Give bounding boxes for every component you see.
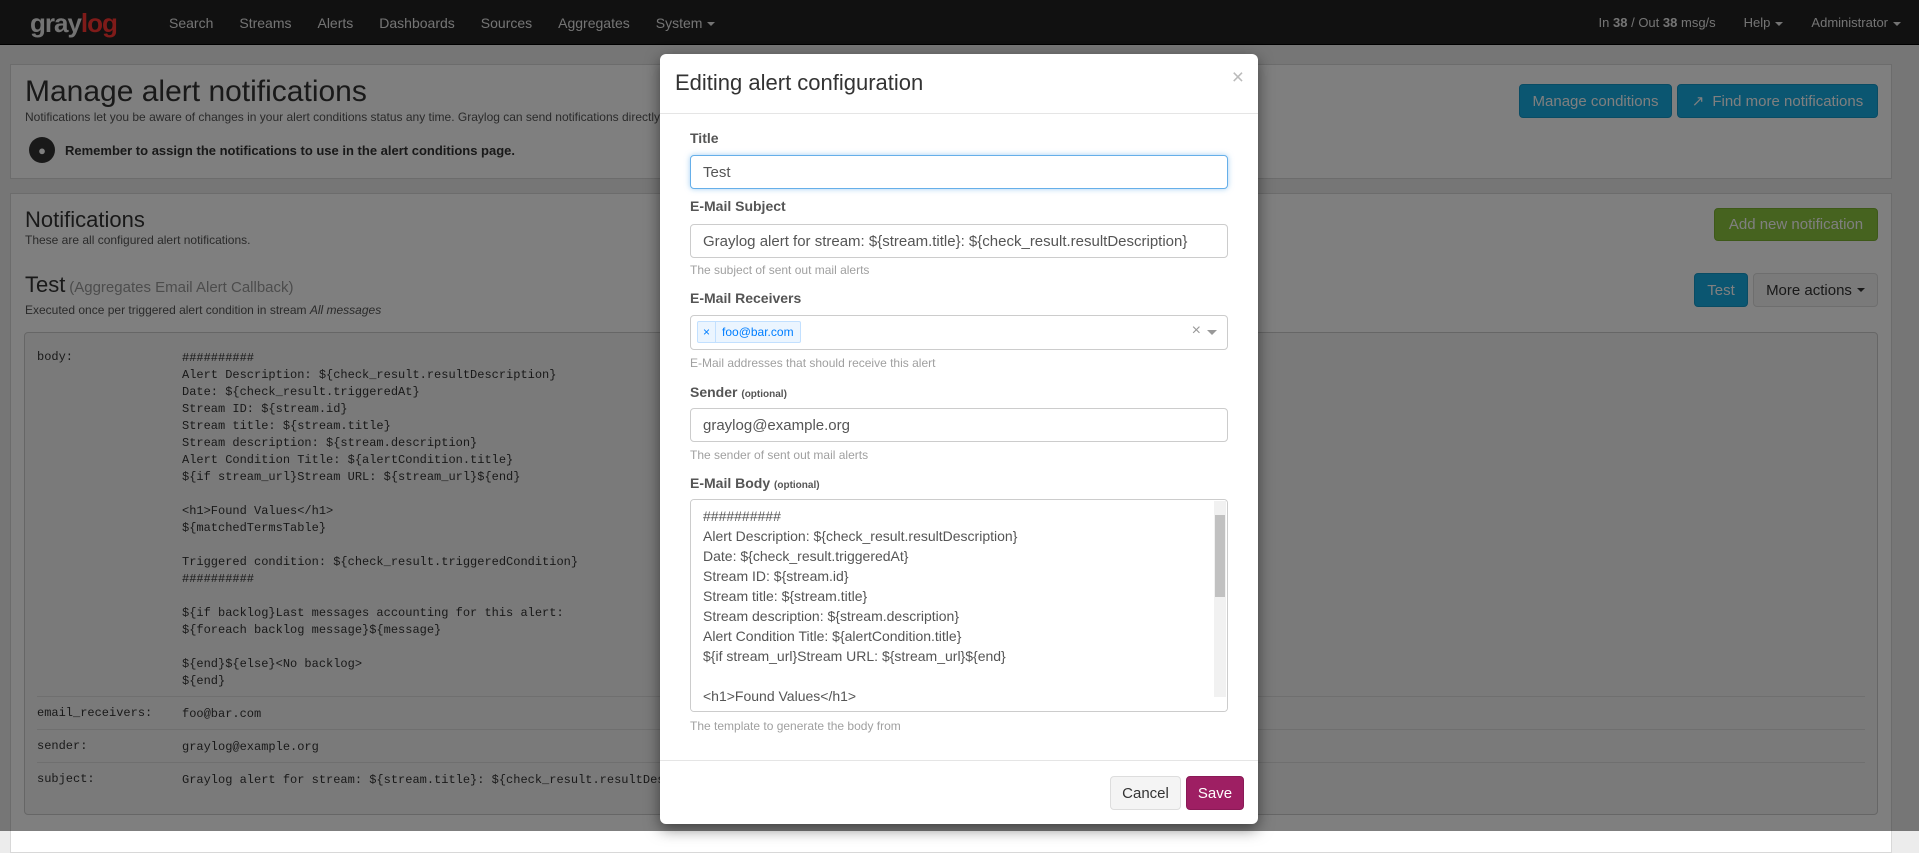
body-label: E-Mail Body (optional) [690,475,820,491]
receiver-tag: × foo@bar.com [697,321,801,343]
sender-help: The sender of sent out mail alerts [690,448,869,462]
sender-label: Sender (optional) [690,384,787,400]
chevron-down-icon[interactable] [1207,330,1217,335]
remove-tag-icon[interactable]: × [698,322,717,342]
body-textarea[interactable]: ########## Alert Description: ${check_re… [691,500,1227,711]
scrollbar-thumb[interactable] [1215,515,1225,597]
close-icon[interactable]: × [1232,66,1244,90]
sender-input[interactable]: graylog@example.org [690,408,1228,442]
scrollbar[interactable] [1214,501,1226,697]
edit-alert-modal: Editing alert configuration × Title Test… [660,54,1258,824]
subject-label: E-Mail Subject [690,198,786,214]
subject-input[interactable]: Graylog alert for stream: ${stream.title… [690,224,1228,258]
receivers-help: E-Mail addresses that should receive thi… [690,356,936,370]
subject-help: The subject of sent out mail alerts [690,263,870,277]
body-textarea-wrapper: ########## Alert Description: ${check_re… [690,499,1228,712]
body-help: The template to generate the body from [690,719,901,733]
modal-footer [660,760,1258,761]
receivers-label: E-Mail Receivers [690,290,802,306]
cancel-button[interactable]: Cancel [1110,776,1181,810]
receivers-select[interactable]: × foo@bar.com × [690,315,1228,350]
modal-header: Editing alert configuration × [660,54,1258,114]
title-label: Title [690,130,719,146]
title-input[interactable]: Test [690,155,1228,189]
save-button[interactable]: Save [1186,776,1244,810]
clear-icon[interactable]: × [1192,322,1201,340]
modal-title: Editing alert configuration [675,70,924,95]
